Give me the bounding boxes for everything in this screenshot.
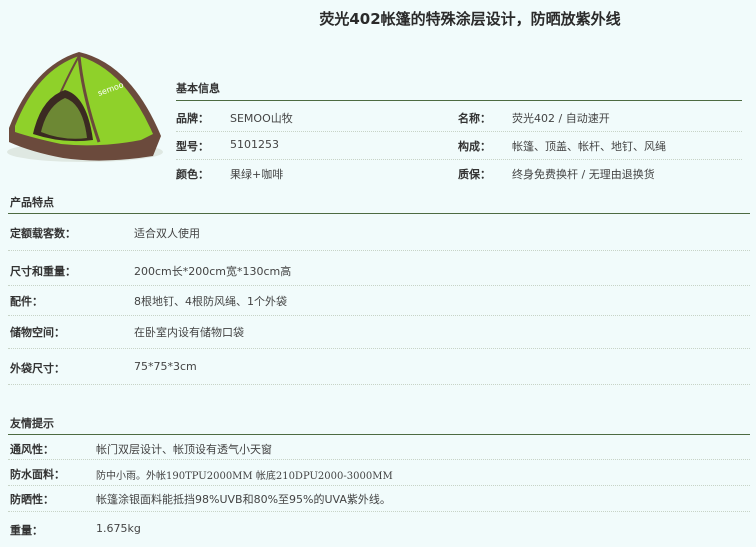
ventilation-value: 帐门双层设计、帐顶设有透气小天窗: [96, 443, 272, 456]
waterproof-value: 防中小雨。外帐190TPU2000MM 帐底210DPU2000-3000MM: [96, 471, 393, 482]
tips-heading: 友情提示: [10, 417, 54, 430]
row-divider: [176, 131, 742, 132]
row-divider: [8, 285, 750, 286]
row-divider: [8, 485, 750, 486]
row-divider: [8, 315, 750, 316]
row-divider: [8, 348, 750, 349]
waterproof-key: 防水面料：: [10, 468, 65, 481]
name-key: 名称：: [458, 112, 491, 125]
tent-product-image: semoo: [7, 52, 163, 162]
bag-size-key: 外袋尺寸：: [10, 362, 65, 375]
capacity-key: 定额载客数：: [10, 227, 76, 240]
basic-info-heading: 基本信息: [176, 82, 220, 95]
storage-key: 储物空间：: [10, 326, 65, 339]
sun-protection-key: 防晒性：: [10, 493, 54, 506]
brand-key: 品牌：: [176, 112, 209, 125]
storage-value: 在卧室内设有储物口袋: [134, 326, 244, 339]
features-heading: 产品特点: [10, 196, 54, 209]
tips-divider: [8, 434, 750, 435]
capacity-value: 适合双人使用: [134, 227, 200, 240]
composition-value: 帐篷、顶盖、帐杆、地钉、风绳: [512, 140, 666, 153]
color-key: 颜色：: [176, 168, 209, 181]
model-value: 5101253: [230, 138, 279, 151]
row-divider: [8, 511, 750, 512]
row-divider: [8, 459, 750, 460]
ventilation-key: 通风性：: [10, 443, 54, 456]
accessories-value: 8根地钉、4根防风绳、1个外袋: [134, 295, 287, 308]
size-weight-value: 200cm长*200cm宽*130cm高: [134, 265, 292, 278]
color-value: 果绿+咖啡: [230, 168, 284, 181]
composition-key: 构成：: [458, 140, 491, 153]
row-divider: [176, 159, 742, 160]
accessories-key: 配件：: [10, 295, 43, 308]
row-divider: [8, 250, 750, 251]
size-weight-key: 尺寸和重量：: [10, 265, 76, 278]
model-key: 型号：: [176, 140, 209, 153]
bag-size-value: 75*75*3cm: [134, 360, 197, 373]
basic-info-divider: [176, 100, 742, 101]
row-divider: [8, 384, 750, 385]
sun-protection-value: 帐篷涂银面料能抵挡98%UVB和80%至95%的UVA紫外线。: [96, 493, 391, 506]
warranty-key: 质保：: [458, 168, 491, 181]
weight-key: 重量：: [10, 524, 43, 537]
warranty-value: 终身免费换杆 / 无理由退换货: [512, 168, 655, 181]
weight-value: 1.675kg: [96, 522, 141, 535]
page-title: 荧光402帐篷的特殊涂层设计，防晒放紫外线: [319, 10, 621, 28]
name-value: 荧光402 / 自动速开: [512, 112, 610, 125]
features-divider: [8, 213, 750, 214]
brand-value: SEMOO山牧: [230, 112, 293, 125]
